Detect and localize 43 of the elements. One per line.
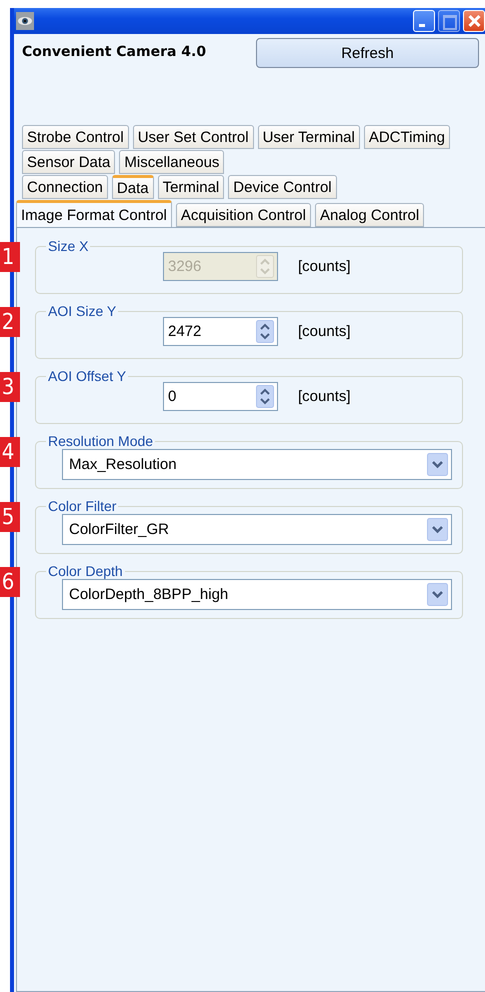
close-button[interactable] xyxy=(463,10,485,32)
tab[interactable]: Analog Control xyxy=(314,203,424,227)
chevron-icon xyxy=(427,453,448,476)
number-marker: 1 xyxy=(0,242,20,272)
unit-label: [counts] xyxy=(298,258,351,275)
number-marker: 2 xyxy=(0,307,20,337)
app-title: Convenient Camera 4.0 xyxy=(22,43,208,60)
chevron-icon xyxy=(427,583,448,606)
eye-icon xyxy=(16,12,34,30)
tab[interactable]: Terminal xyxy=(158,175,224,199)
tab[interactable]: Image Format Control xyxy=(16,200,172,227)
tab[interactable]: Acquisition Control xyxy=(176,203,311,227)
tab[interactable]: ADCTiming xyxy=(364,125,450,149)
tab[interactable]: Miscellaneous xyxy=(119,150,224,174)
group-label: Size X xyxy=(47,238,90,254)
group-label: AOI Offset Y xyxy=(47,368,128,384)
tab[interactable]: User Terminal xyxy=(258,125,360,149)
chevron-icon xyxy=(427,518,448,541)
spin-field[interactable]: 2472 xyxy=(163,317,278,346)
number-marker: 3 xyxy=(0,372,20,402)
number-marker: 6 xyxy=(0,567,20,597)
refresh-button[interactable]: Refresh xyxy=(256,38,479,68)
group-label: Resolution Mode xyxy=(47,433,154,449)
group-label: Color Filter xyxy=(47,498,118,514)
number-marker: 4 xyxy=(0,437,20,467)
number-marker: 5 xyxy=(0,502,20,532)
group-label: Color Depth xyxy=(47,563,124,579)
minimize-button[interactable] xyxy=(413,10,435,32)
spin-field[interactable]: 0 xyxy=(163,382,278,411)
tab[interactable]: Sensor Data xyxy=(22,150,116,174)
tab[interactable]: Strobe Control xyxy=(22,125,129,149)
unit-label: [counts] xyxy=(298,388,351,405)
tab[interactable]: Connection xyxy=(22,175,108,199)
spin-arrows-icon[interactable] xyxy=(256,320,274,343)
dropdown[interactable]: ColorDepth_8BPP_high xyxy=(62,579,452,610)
tab[interactable]: Data xyxy=(112,175,154,199)
dropdown[interactable]: ColorFilter_GR xyxy=(62,514,452,545)
unit-label: [counts] xyxy=(298,323,351,340)
tab[interactable]: Device Control xyxy=(228,175,337,199)
group-label: AOI Size Y xyxy=(47,303,118,319)
tab[interactable]: User Set Control xyxy=(132,125,254,149)
dropdown[interactable]: Max_Resolution xyxy=(62,449,452,480)
spin-arrows-icon[interactable] xyxy=(256,385,274,408)
